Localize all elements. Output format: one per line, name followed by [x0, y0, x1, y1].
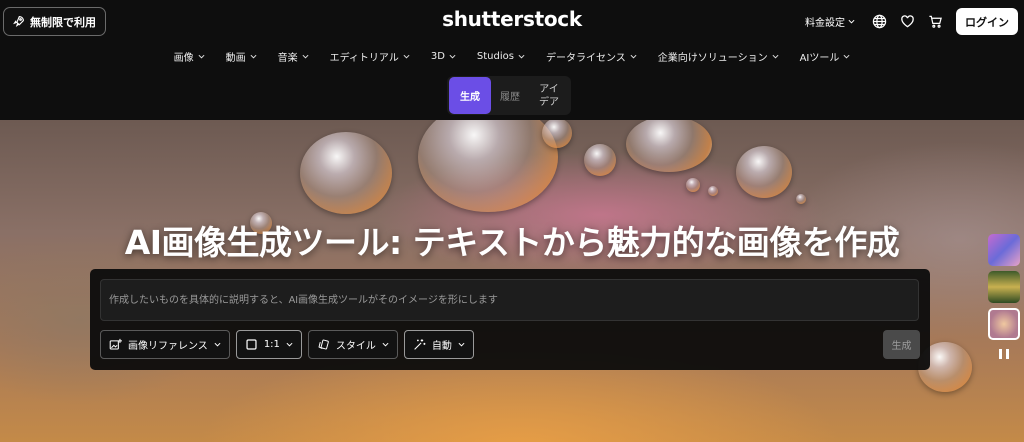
free-trial-label: 無制限で利用: [30, 15, 96, 29]
background-droplet: [686, 178, 700, 192]
favorites-button[interactable]: [893, 8, 921, 35]
background-droplet: [708, 186, 718, 196]
mode-tabs: 生成 履歴 アイ デア: [447, 76, 571, 115]
image-reference-dropdown[interactable]: 画像リファレンス: [100, 330, 230, 359]
main-nav: 画像 動画 音楽 エディトリアル 3D Studios データライセンス 企業向…: [0, 49, 1024, 64]
logo-text[interactable]: shutterstock: [442, 7, 582, 31]
nav-item-video[interactable]: 動画: [226, 49, 257, 64]
nav-item-data-licensing[interactable]: データライセンス: [546, 49, 637, 64]
site-header: 無制限で利用 shutterstock 料金設定 ログイン 画像 動画 音楽 エ…: [0, 0, 1024, 120]
auto-enhance-dropdown[interactable]: 自動: [403, 330, 474, 359]
language-button[interactable]: [865, 8, 893, 35]
tab-generate[interactable]: 生成: [449, 77, 491, 114]
pricing-dropdown[interactable]: 料金設定: [805, 14, 855, 29]
chevron-down-icon: [630, 54, 637, 59]
prompt-input[interactable]: [100, 279, 919, 321]
pause-icon[interactable]: [999, 349, 1009, 359]
free-trial-button[interactable]: 無制限で利用: [3, 7, 106, 36]
nav-item-editorial[interactable]: エディトリアル: [330, 49, 410, 64]
tab-ideas[interactable]: アイ デア: [529, 77, 569, 114]
page-title: AI画像生成ツール: テキストから魅力的な画像を作成: [124, 223, 900, 262]
hero-section: AI画像生成ツール: テキストから魅力的な画像を作成 画像リファレンス 1:1 …: [0, 120, 1024, 442]
add-image-icon: [109, 338, 122, 350]
background-droplet: [542, 120, 572, 148]
prompt-controls: 画像リファレンス 1:1 スタイル 自動: [100, 330, 474, 359]
tab-ideas-label: アイ デア: [539, 83, 559, 109]
nav-item-music[interactable]: 音楽: [278, 49, 309, 64]
chevron-down-icon: [214, 342, 221, 347]
aspect-ratio-label: 1:1: [263, 339, 280, 350]
nav-label: エディトリアル: [329, 53, 399, 64]
tab-history[interactable]: 履歴: [491, 77, 529, 114]
nav-label: データライセンス: [545, 53, 626, 64]
prompt-panel: 画像リファレンス 1:1 スタイル 自動: [90, 269, 930, 370]
chevron-down-icon: [843, 54, 850, 59]
chevron-down-icon: [250, 54, 257, 59]
background-droplet: [584, 144, 616, 176]
chevron-down-icon: [449, 54, 456, 59]
pricing-label: 料金設定: [805, 18, 845, 29]
nav-item-ai-tools[interactable]: AIツール: [800, 49, 851, 64]
background-thumbnails: [988, 234, 1020, 359]
tab-ideas-line1: アイ: [539, 83, 559, 95]
background-droplet: [796, 194, 806, 204]
cart-button[interactable]: [921, 8, 949, 35]
background-droplet: [626, 120, 712, 172]
nav-item-enterprise[interactable]: 企業向けソリューション: [658, 49, 779, 64]
auto-label: 自動: [431, 341, 452, 352]
nav-label: 画像: [173, 53, 194, 64]
chevron-down-icon: [286, 342, 293, 347]
magic-wand-icon: [414, 339, 426, 350]
chevron-down-icon: [403, 54, 410, 59]
image-reference-label: 画像リファレンス: [128, 341, 208, 352]
nav-label: 企業向けソリューション: [657, 53, 768, 64]
nav-label: AIツール: [799, 53, 840, 64]
nav-item-3d[interactable]: 3D: [431, 49, 456, 64]
header-tools: 料金設定 ログイン: [805, 8, 1018, 35]
nav-label: Studios: [476, 51, 514, 62]
cart-icon: [928, 15, 942, 28]
background-droplet: [300, 132, 392, 214]
nav-item-studios[interactable]: Studios: [477, 49, 525, 64]
background-droplet: [418, 120, 558, 212]
heart-icon: [900, 15, 914, 28]
nav-label: 3D: [430, 51, 445, 62]
login-button[interactable]: ログイン: [956, 8, 1018, 35]
square-icon: [246, 339, 257, 350]
chevron-down-icon: [382, 342, 389, 347]
style-dropdown[interactable]: スタイル: [307, 330, 398, 359]
chevron-down-icon: [848, 19, 855, 24]
background-thumbnail[interactable]: [988, 234, 1020, 266]
chevron-down-icon: [772, 54, 779, 59]
generate-button[interactable]: 生成: [883, 330, 920, 359]
nav-label: 動画: [225, 53, 246, 64]
chevron-down-icon: [198, 54, 205, 59]
globe-icon: [872, 14, 886, 29]
chevron-down-icon: [518, 54, 525, 59]
nav-label: 音楽: [277, 53, 298, 64]
rocket-icon: [13, 16, 24, 27]
chevron-down-icon: [458, 342, 465, 347]
nav-item-images[interactable]: 画像: [174, 49, 205, 64]
background-droplet: [736, 146, 792, 198]
style-cards-icon: [318, 339, 329, 350]
tab-ideas-line2: デア: [539, 96, 559, 108]
chevron-down-icon: [302, 54, 309, 59]
background-thumbnail[interactable]: [988, 271, 1020, 303]
style-label: スタイル: [335, 341, 376, 352]
aspect-ratio-dropdown[interactable]: 1:1: [235, 330, 302, 359]
background-thumbnail-selected[interactable]: [988, 308, 1020, 340]
